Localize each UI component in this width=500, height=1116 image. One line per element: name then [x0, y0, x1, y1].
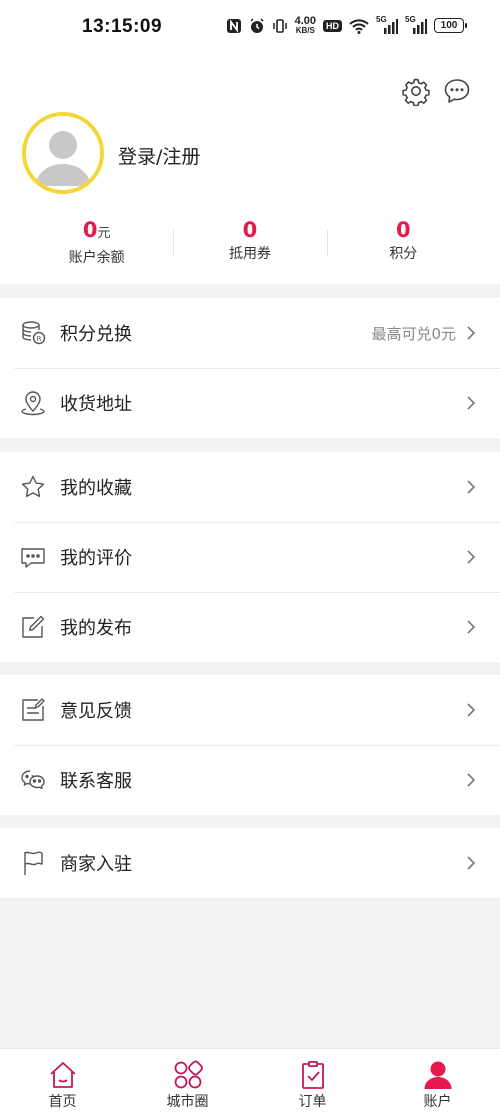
menu-group-2: 我的收藏 我的评价 我的发布	[0, 452, 500, 662]
points-exchange-max: 最高可兑0元	[371, 324, 456, 343]
menu-item-customer-service[interactable]: 联系客服	[0, 745, 500, 815]
coupons-label: 抵用券	[228, 246, 271, 262]
menu-group-4: 商家入驻	[0, 828, 500, 898]
tab-label: 城市圈	[166, 1094, 209, 1110]
balance-unit: 元	[97, 226, 111, 241]
menu-label: 我的发布	[60, 618, 132, 639]
gear-icon[interactable]	[401, 76, 431, 107]
feedback-icon	[20, 697, 46, 723]
status-bar: 13:15:09 4.00 KB/S HD 5G 5G 100	[0, 0, 500, 56]
location-pin-icon	[20, 390, 46, 416]
menu-group-3: 意见反馈 联系客服	[0, 675, 500, 815]
menu-label: 积分兑换	[60, 324, 132, 345]
nfc-icon	[226, 18, 242, 34]
coin-stack-icon: R	[20, 320, 46, 346]
network-speed: 4.00 KB/S	[295, 16, 316, 35]
flag-icon	[20, 850, 46, 876]
chevron-right-icon	[466, 855, 476, 871]
stat-balance[interactable]: 0元 账户余额	[20, 216, 173, 272]
menu-item-shipping-address[interactable]: 收货地址	[0, 368, 500, 438]
alarm-icon	[249, 17, 265, 34]
profile-header: 登录/注册 0元 账户余额 0 抵用券 0 积分	[0, 56, 500, 284]
battery-icon: 100	[434, 18, 467, 33]
wechat-icon	[20, 767, 46, 793]
user-icon	[423, 1060, 453, 1090]
chevron-right-icon	[466, 702, 476, 718]
star-icon	[20, 474, 46, 500]
menu-item-merchant-join[interactable]: 商家入驻	[0, 828, 500, 898]
coupons-value: 0	[242, 218, 258, 242]
stat-points[interactable]: 0 积分	[326, 216, 480, 272]
bottom-tab-bar: 首页 城市圈 订单 账户	[0, 1048, 500, 1116]
tab-label: 订单	[298, 1094, 327, 1110]
signal-1-icon: 5G	[376, 14, 398, 34]
tab-orders[interactable]: 订单	[250, 1049, 375, 1116]
menu-label: 收货地址	[60, 394, 132, 415]
chevron-right-icon	[466, 479, 476, 495]
svg-text:R: R	[37, 335, 42, 343]
account-stats: 0元 账户余额 0 抵用券 0 积分	[20, 216, 480, 272]
chat-bubble-icon[interactable]	[442, 76, 472, 106]
clipboard-check-icon	[298, 1060, 328, 1090]
menu-label: 商家入驻	[60, 854, 132, 875]
status-time: 13:15:09	[82, 16, 163, 37]
menu-item-favorites[interactable]: 我的收藏	[0, 452, 500, 522]
tab-account[interactable]: 账户	[375, 1049, 500, 1116]
hd-badge-text: HD	[326, 20, 339, 31]
menu-label: 我的评价	[60, 548, 132, 569]
menu-group-1: R 积分兑换 最高可兑0元 收货地址	[0, 298, 500, 438]
menu-label: 联系客服	[60, 771, 132, 792]
chevron-right-icon	[466, 549, 476, 565]
comment-icon	[20, 544, 46, 570]
grid-circles-icon	[173, 1060, 203, 1090]
tab-label: 账户	[423, 1094, 452, 1110]
tab-city-circle[interactable]: 城市圈	[125, 1049, 250, 1116]
menu-label: 意见反馈	[60, 701, 132, 722]
signal-2-icon: 5G	[405, 14, 427, 34]
chevron-right-icon	[466, 619, 476, 635]
menu-label: 我的收藏	[60, 478, 132, 499]
signal-1-label: 5G	[376, 14, 387, 24]
menu-item-reviews[interactable]: 我的评价	[0, 522, 500, 592]
balance-value: 0	[82, 218, 98, 242]
chevron-right-icon	[466, 395, 476, 411]
balance-label: 账户余额	[68, 250, 125, 266]
menu-item-feedback[interactable]: 意见反馈	[0, 675, 500, 745]
menu-item-points-exchange[interactable]: R 积分兑换 最高可兑0元	[0, 298, 500, 368]
chevron-right-icon	[466, 325, 476, 341]
tab-home[interactable]: 首页	[0, 1049, 125, 1116]
points-label: 积分	[389, 246, 418, 262]
menu-item-posts[interactable]: 我的发布	[0, 592, 500, 662]
edit-icon	[20, 614, 46, 640]
signal-2-label: 5G	[405, 14, 416, 24]
battery-level: 100	[440, 20, 458, 31]
home-icon	[48, 1060, 78, 1090]
login-register-link[interactable]: 登录/注册	[118, 142, 200, 169]
net-speed-unit: KB/S	[295, 26, 315, 35]
stat-coupons[interactable]: 0 抵用券	[173, 216, 326, 272]
hd-badge: HD	[323, 19, 342, 32]
chevron-right-icon	[466, 772, 476, 788]
points-value: 0	[396, 218, 411, 242]
wifi-icon	[349, 18, 369, 34]
avatar[interactable]	[22, 112, 104, 194]
vibrate-icon	[272, 18, 288, 34]
status-icons: 4.00 KB/S HD 5G 5G 100	[226, 14, 467, 35]
tab-label: 首页	[48, 1094, 77, 1110]
